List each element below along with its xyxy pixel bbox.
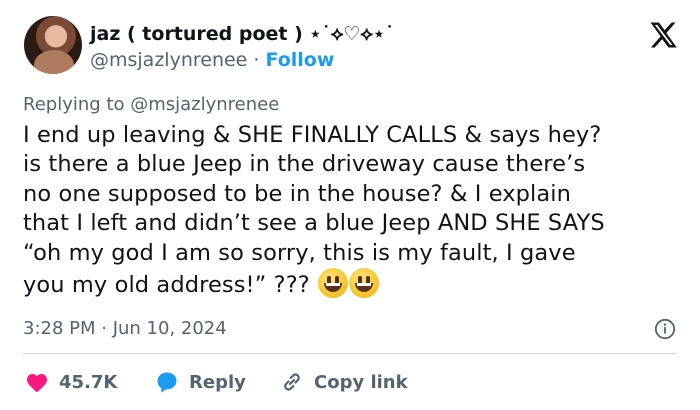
copy-link-label: Copy link	[314, 371, 408, 393]
tweet-timestamp[interactable]: 3:28 PM · Jun 10, 2024	[23, 317, 227, 341]
info-icon[interactable]	[654, 318, 676, 340]
author-handle[interactable]: @msjazlynrenee	[90, 49, 247, 71]
grinning-face-emoji	[318, 268, 349, 299]
author-handle-row: @msjazlynrenee · Follow	[90, 47, 334, 73]
copy-link-button[interactable]: Copy link	[280, 369, 408, 395]
grinning-face-emoji	[349, 268, 380, 299]
tweet-line: no one supposed to be in the house? & I …	[23, 180, 571, 207]
avatar[interactable]	[24, 16, 82, 74]
tweet-line: “oh my god I am so sorry, this is my fau…	[23, 239, 576, 266]
tweet-text: I end up leaving & SHE FINALLY CALLS & s…	[23, 121, 688, 300]
x-logo-icon[interactable]	[648, 20, 678, 50]
reply-button[interactable]: Reply	[155, 369, 246, 395]
reply-context: Replying to @msjazlynrenee	[23, 94, 280, 115]
heart-icon	[27, 374, 47, 393]
link-icon	[284, 373, 300, 391]
tweet-last-line: you my old address!” ???	[23, 268, 688, 300]
like-button[interactable]: 45.7K	[25, 369, 117, 395]
tweet-line: you my old address!” ???	[23, 272, 310, 299]
tweet-line: I end up leaving & SHE FINALLY CALLS & s…	[23, 122, 602, 148]
author-display-name[interactable]: jaz ( tortured poet ) ⋆˙⟡♡⟡⋆˙	[90, 22, 394, 46]
divider	[23, 353, 677, 354]
tweet-line: is there a blue Jeep in the driveway cau…	[23, 151, 586, 178]
like-count: 45.7K	[59, 371, 118, 393]
reply-icon	[157, 372, 177, 393]
tweet-line: that I left and didn’t see a blue Jeep A…	[23, 210, 605, 237]
follow-button[interactable]: Follow	[266, 49, 335, 71]
separator-dot: ·	[253, 49, 260, 71]
reply-label: Reply	[189, 371, 246, 393]
